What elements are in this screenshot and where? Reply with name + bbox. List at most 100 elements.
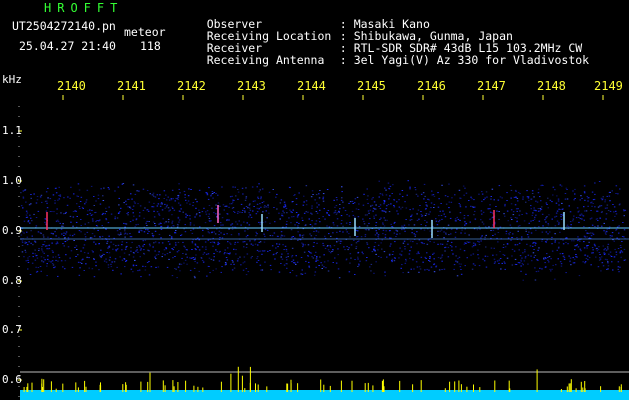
noise-pixel — [622, 222, 624, 223]
noise-pixel — [460, 232, 462, 234]
noise-pixel — [384, 234, 387, 236]
noise-pixel — [131, 198, 133, 200]
noise-pixel — [489, 218, 491, 220]
noise-pixel — [293, 195, 295, 196]
noise-pixel — [158, 213, 160, 215]
noise-pixel — [175, 268, 177, 270]
noise-pixel — [375, 222, 378, 224]
noise-pixel — [587, 200, 589, 202]
noise-pixel — [285, 250, 288, 252]
noise-pixel — [426, 268, 428, 270]
noise-pixel — [255, 213, 258, 215]
noise-pixel — [130, 250, 132, 252]
noise-pixel — [561, 185, 563, 187]
noise-pixel — [165, 248, 168, 250]
noise-pixel — [357, 256, 359, 258]
noise-pixel — [617, 248, 620, 249]
noise-pixel — [369, 266, 371, 268]
noise-pixel — [618, 271, 620, 273]
noise-pixel — [252, 200, 255, 202]
noise-pixel — [569, 257, 572, 259]
noise-pixel — [250, 216, 253, 218]
noise-pixel — [408, 253, 411, 255]
noise-pixel — [582, 261, 584, 263]
noise-pixel — [103, 260, 106, 262]
noise-pixel — [57, 260, 59, 262]
noise-pixel — [166, 199, 168, 201]
noise-pixel — [158, 233, 161, 235]
noise-pixel — [285, 207, 288, 209]
noise-pixel — [382, 222, 384, 224]
noise-pixel — [393, 232, 396, 234]
noise-pixel — [353, 239, 355, 241]
noise-pixel — [574, 198, 576, 199]
noise-pixel — [148, 261, 150, 262]
noise-pixel — [37, 210, 40, 212]
noise-pixel — [581, 218, 583, 220]
noise-pixel — [503, 261, 505, 263]
noise-pixel — [515, 264, 518, 265]
noise-pixel — [283, 212, 285, 214]
noise-pixel — [597, 220, 599, 221]
noise-pixel — [67, 246, 70, 248]
noise-pixel — [30, 194, 32, 195]
noise-pixel — [441, 243, 444, 245]
noise-pixel — [70, 186, 72, 188]
noise-pixel — [225, 257, 228, 258]
noise-pixel — [463, 250, 466, 252]
noise-pixel — [297, 231, 299, 233]
noise-pixel — [250, 243, 253, 245]
noise-pixel — [561, 208, 563, 210]
noise-pixel — [277, 235, 279, 237]
noise-pixel — [437, 192, 439, 194]
noise-pixel — [47, 255, 49, 257]
noise-pixel — [119, 232, 122, 234]
noise-pixel — [518, 242, 521, 244]
noise-pixel — [46, 207, 49, 209]
noise-pixel — [269, 264, 272, 266]
noise-pixel — [322, 193, 325, 195]
noise-pixel — [598, 181, 601, 182]
noise-pixel — [508, 234, 511, 236]
noise-pixel — [67, 196, 69, 198]
noise-pixel — [314, 271, 317, 273]
noise-pixel — [367, 195, 369, 197]
noise-pixel — [416, 253, 418, 255]
noise-pixel — [511, 264, 514, 266]
noise-pixel — [502, 254, 504, 255]
noise-pixel — [101, 235, 104, 237]
noise-pixel — [433, 271, 436, 273]
noise-pixel — [499, 196, 502, 198]
noise-pixel — [258, 242, 260, 243]
noise-pixel — [406, 194, 408, 196]
noise-pixel — [510, 239, 512, 241]
noise-pixel — [560, 216, 562, 218]
noise-pixel — [178, 202, 180, 204]
noise-pixel — [23, 232, 25, 234]
noise-pixel — [248, 207, 251, 209]
noise-pixel — [112, 248, 114, 250]
noise-pixel — [572, 218, 575, 220]
noise-pixel — [121, 259, 124, 261]
noise-pixel — [412, 208, 414, 210]
noise-pixel — [315, 235, 317, 236]
noise-pixel — [221, 237, 224, 239]
noise-pixel — [550, 258, 552, 260]
noise-pixel — [88, 267, 90, 269]
noise-pixel — [441, 256, 443, 258]
noise-pixel — [302, 243, 304, 245]
noise-pixel — [169, 251, 171, 253]
noise-pixel — [242, 209, 244, 211]
noise-pixel — [62, 266, 64, 268]
noise-pixel — [544, 262, 546, 264]
noise-pixel — [583, 219, 585, 221]
noise-pixel — [44, 259, 46, 261]
y-minor-tick — [18, 166, 20, 167]
noise-pixel — [80, 250, 82, 252]
noise-pixel — [191, 249, 193, 250]
noise-pixel — [598, 259, 601, 261]
noise-pixel — [414, 235, 416, 237]
noise-pixel — [539, 210, 542, 212]
noise-pixel — [207, 253, 210, 255]
noise-pixel — [145, 222, 147, 224]
